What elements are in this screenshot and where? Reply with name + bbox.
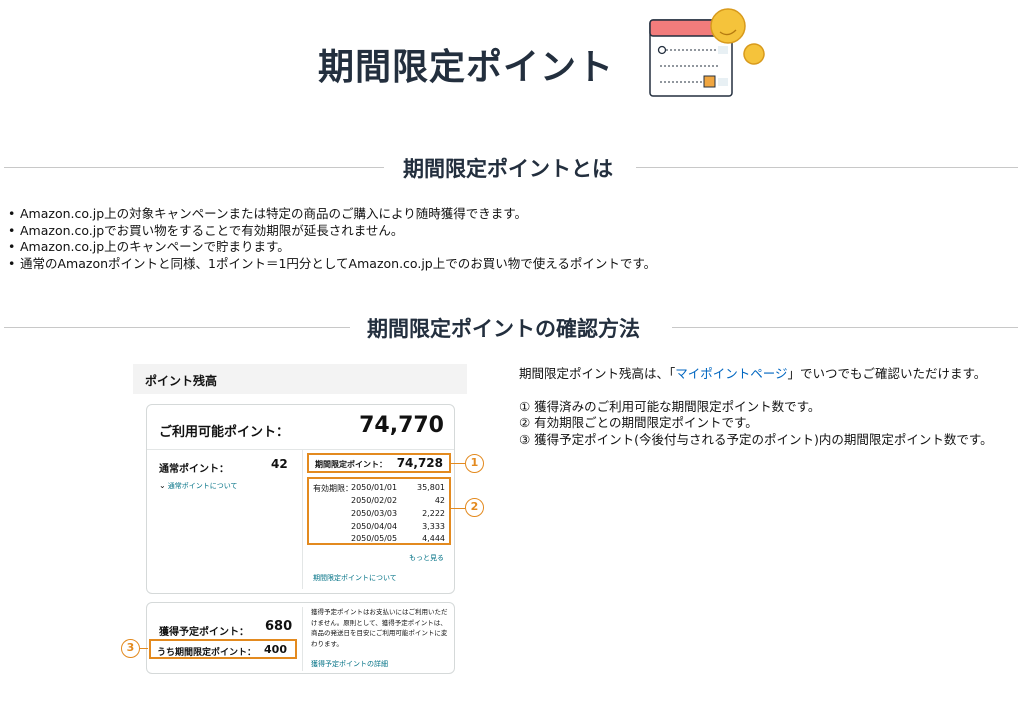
available-points-label: ご利用可能ポイント： [159,425,290,440]
planned-limited-label: うち期間限定ポイント： [157,648,257,658]
available-points-value: 74,770 [359,413,444,438]
planned-limited-value: 400 [264,643,287,656]
planned-points-detail-link[interactable]: 獲得予定ポイントの詳細 [311,659,388,669]
expiry-list-highlight: 有効期限： 2050/01/01 35,801 2050/02/02 42 20… [307,477,451,545]
list-item: 通常のAmazonポイントと同様、1ポイント＝1円分としてAmazon.co.j… [8,256,656,273]
calendar-coins-illustration [649,8,765,97]
planned-points-card: 獲得予定ポイント： 680 うち期間限定ポイント： 400 獲得予定ポイントはお… [146,602,455,674]
expiry-date: 2050/02/02 [351,496,398,505]
normal-points-link-label: 通常ポイントについて [167,482,238,490]
normal-points-link[interactable]: ⌄ 通常ポイントについて [159,481,238,491]
expiry-date: 2050/05/05 [351,534,398,543]
expiry-value: 3,333 [422,522,445,531]
callout-connector [451,463,465,464]
table-row: 2050/04/04 3,333 [309,522,449,534]
expiry-value: 2,222 [422,509,445,518]
heading-rule-right [636,167,1018,168]
expiry-value: 4,444 [422,534,445,543]
expiry-date: 2050/01/01 [351,483,398,492]
limited-points-label: 期間限定ポイント： [315,460,387,469]
about-bullet-list: Amazon.co.jp上の対象キャンペーンまたは特定の商品のご購入により随時獲… [8,206,656,272]
available-points-card: ご利用可能ポイント： 74,770 通常ポイント： 42 ⌄ 通常ポイントについて… [146,404,455,594]
expiry-date: 2050/03/03 [351,509,398,518]
limited-points-highlight: 期間限定ポイント： 74,728 [307,453,451,473]
explanation-item: ③ 獲得予定ポイント(今後付与される予定のポイント)内の期間限定ポイント数です。 [519,431,993,447]
section-title-check: 期間限定ポイントの確認方法 [367,317,640,341]
table-row: 2050/05/05 4,444 [309,534,449,546]
about-limited-points-link[interactable]: 期間限定ポイントについて [313,573,397,583]
heading-rule-right [672,327,1018,328]
list-item: Amazon.co.jpでお買い物をすることで有効期限が延長されません。 [8,223,656,240]
heading-rule-left [4,167,384,168]
table-row: 有効期限： 2050/01/01 35,801 [309,483,449,495]
heading-rule-left [4,327,350,328]
explanation-lead: 期間限定ポイント残高は、「マイポイントページ」でいつでもご確認いただけます。 [519,366,993,383]
explanation-item: ① 獲得済みのご利用可能な期間限定ポイント数です。 [519,398,821,414]
lead-text-before: 期間限定ポイント残高は、「 [519,366,676,381]
expiry-key: 有効期限： [313,484,353,493]
explanation-item: ② 有効期限ごとの期間限定ポイントです。 [519,415,758,430]
limited-points-value: 74,728 [396,456,443,470]
callout-connector [451,508,465,509]
page-title: 期間限定ポイント [318,47,615,88]
lead-text-after: 」でいつでもご確認いただけます。 [787,366,987,381]
callout-badge-1: 1 [465,454,484,473]
normal-points-value: 42 [271,457,288,471]
planned-points-value: 680 [265,619,293,634]
chevron-down-icon: ⌄ [159,481,166,490]
callout-connector [140,648,148,649]
section-heading-about: 期間限定ポイントとは [0,153,1024,183]
list-item: Amazon.co.jp上のキャンペーンで貯まります。 [8,239,656,256]
table-row: 2050/03/03 2,222 [309,509,449,521]
point-balance-header: ポイント残高 [133,364,467,394]
list-item: Amazon.co.jp上の対象キャンペーンまたは特定の商品のご購入により随時獲… [8,206,656,223]
expiry-date: 2050/04/04 [351,522,398,531]
divider [147,449,454,450]
callout-badge-3: 3 [121,639,140,658]
planned-limited-highlight: うち期間限定ポイント： 400 [149,639,297,659]
vertical-divider [302,449,303,589]
section-heading-check: 期間限定ポイントの確認方法 [0,313,1024,343]
table-row: 2050/02/02 42 [309,496,449,508]
expiry-value: 42 [434,496,445,505]
expiry-value: 35,801 [417,483,445,492]
my-points-page-link[interactable]: マイポイントページ [675,366,787,381]
section-title-about: 期間限定ポイントとは [403,157,613,181]
see-more-link[interactable]: もっと見る [409,553,444,563]
explanation-block: 期間限定ポイント残高は、「マイポイントページ」でいつでもご確認いただけます。 ①… [519,366,993,448]
planned-points-note: 獲得予定ポイントはお支払いにはご利用いただけません。原則として、獲得予定ポイント… [311,608,448,648]
normal-points-label: 通常ポイント： [159,464,229,475]
callout-badge-2: 2 [465,498,484,517]
planned-points-label: 獲得予定ポイント： [159,627,249,638]
vertical-divider [302,607,303,671]
